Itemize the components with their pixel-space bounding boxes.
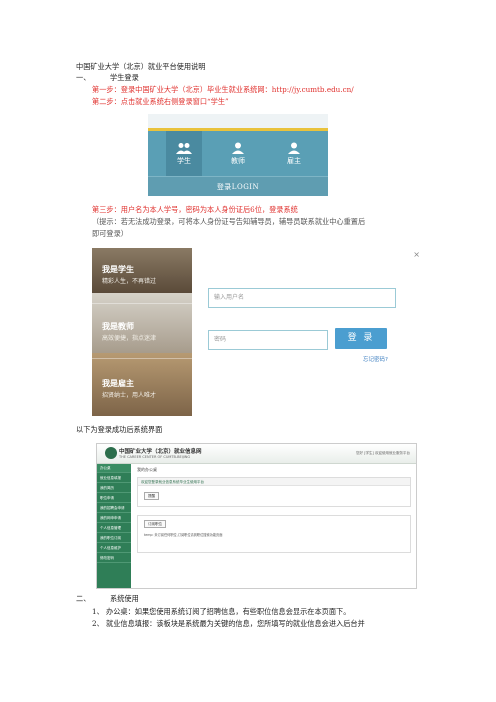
teacher-icon (232, 142, 244, 154)
system-screenshot: 中国矿业大学（北京）就业信息网 THE CAREER CENTER OF CUM… (96, 443, 417, 589)
sidebar-item[interactable]: 我的简历 (97, 484, 131, 493)
forgot-password-link[interactable]: 忘记密码? (363, 355, 388, 363)
sidebar-item[interactable]: 我的网申申请 (97, 514, 131, 523)
hint-line-1: （提示：若无法成功登录，可将本人身份证号告知辅导员，辅导员联系就业中心重置后 (92, 217, 366, 226)
doc-title: 中国矿业大学（北京）就业平台使用说明 (76, 62, 206, 71)
system-header: 中国矿业大学（北京）就业信息网 THE CAREER CENTER OF CUM… (97, 444, 416, 464)
login-bar-button[interactable]: 登录LOGIN (148, 176, 328, 196)
sidebar-item[interactable]: 就业信息填报 (97, 474, 131, 483)
section-2-title: 系统使用 (110, 594, 139, 603)
usage-item-2: 2、 就业信息填报：该板块是系统最为关键的信息，您所填写的就业信息会进入后台并 (92, 619, 365, 628)
welcome-box-title: 欢迎您登录就业信息系统毕业生使用平台 (138, 478, 410, 486)
after-login-caption: 以下为登录成功后系统界面 (76, 425, 163, 434)
employer-block-subtitle: 招贤纳士，用人唯才 (102, 392, 157, 399)
login-form: × 输入用户名 密码 登 录 忘记密码? (200, 248, 422, 416)
university-logo-icon (105, 447, 117, 459)
tab-reminder[interactable]: 提醒 (144, 492, 159, 500)
sidebar-item[interactable]: 办公桌 (97, 464, 131, 473)
step-1-text[interactable]: 第一步：登录中国矿业大学（北京）毕业生就业系统网：http://jy.cumtb… (92, 85, 354, 95)
role-employer-label: 雇主 (287, 157, 301, 165)
sidebar-item[interactable]: 我的招聘会申请 (97, 504, 131, 513)
divider (92, 303, 192, 304)
user-greeting: 您好 [学生] 欢迎使用就业服务平台 (356, 451, 410, 455)
tab-subscribed-jobs[interactable]: 订阅职位 (144, 520, 166, 528)
teacher-block-subtitle: 高效便捷，指点迷津 (102, 335, 157, 342)
login-role-panel: 学生 教师 雇主 登录LOGIN (148, 114, 328, 196)
close-icon[interactable]: × (413, 250, 420, 259)
employer-block-title[interactable]: 我是雇主 (102, 378, 134, 389)
role-image-column: 我是学生 精彩人生，不再错过 我是教师 高效便捷，指点迷津 我是雇主 招贤纳士，… (92, 248, 192, 416)
system-sidebar: 办公桌 就业信息填报 我的简历 职位申请 我的招聘会申请 我的网申申请 个人信息… (97, 464, 131, 588)
password-input[interactable]: 密码 (208, 330, 328, 350)
section-1-number: 一、 (76, 73, 91, 82)
sidebar-item[interactable]: 个人信息维护 (97, 544, 131, 553)
panel-top-bar (148, 114, 328, 128)
breadcrumb: 我的办公桌 (137, 467, 157, 472)
student-block-subtitle: 精彩人生，不再错过 (102, 278, 157, 285)
role-student[interactable]: 学生 (169, 142, 199, 166)
subscription-box: 订阅职位 temp: 未订阅任何职位,订阅职位请到职位搜索功能页面 (137, 515, 411, 553)
sidebar-item[interactable]: 个人信息管理 (97, 524, 131, 533)
employer-icon (288, 142, 300, 154)
step-3-text: 第三步：用户名为本人学号，密码为本人身份证后6位，登录系统 (92, 205, 298, 214)
usage-item-1: 1、 办公桌：如果您使用系统订阅了招聘信息，有些职位信息会显示在本页面下。 (92, 607, 351, 616)
sidebar-item[interactable]: 修改密码 (97, 554, 131, 563)
username-input[interactable]: 输入用户名 (208, 288, 396, 308)
teacher-block-title[interactable]: 我是教师 (102, 321, 134, 332)
role-teacher[interactable]: 教师 (223, 142, 253, 166)
sidebar-item[interactable]: 我的职位订阅 (97, 534, 131, 543)
section-2-number: 二、 (76, 594, 91, 603)
system-logo-title: 中国矿业大学（北京）就业信息网 (119, 449, 202, 455)
role-employer[interactable]: 雇主 (279, 142, 309, 166)
role-teacher-label: 教师 (231, 157, 245, 165)
section-1-title: 学生登录 (110, 73, 139, 82)
sidebar-item[interactable]: 职位申请 (97, 494, 131, 503)
divider (92, 358, 192, 359)
login-button[interactable]: 登 录 (335, 328, 387, 349)
student-block-title[interactable]: 我是学生 (102, 264, 134, 275)
hint-line-2: 即可登录） (92, 229, 128, 238)
students-icon (176, 143, 192, 154)
system-logo-subtitle: THE CAREER CENTER OF CUMTB-BEIJING (119, 455, 191, 459)
subscription-note: temp: 未订阅任何职位,订阅职位请到职位搜索功能页面 (144, 533, 223, 537)
step-2-text: 第二步：点击就业系统右侧登录窗口“学生” (92, 97, 229, 106)
role-student-label: 学生 (177, 157, 191, 165)
welcome-box: 欢迎您登录就业信息系统毕业生使用平台 提醒 (137, 477, 411, 507)
